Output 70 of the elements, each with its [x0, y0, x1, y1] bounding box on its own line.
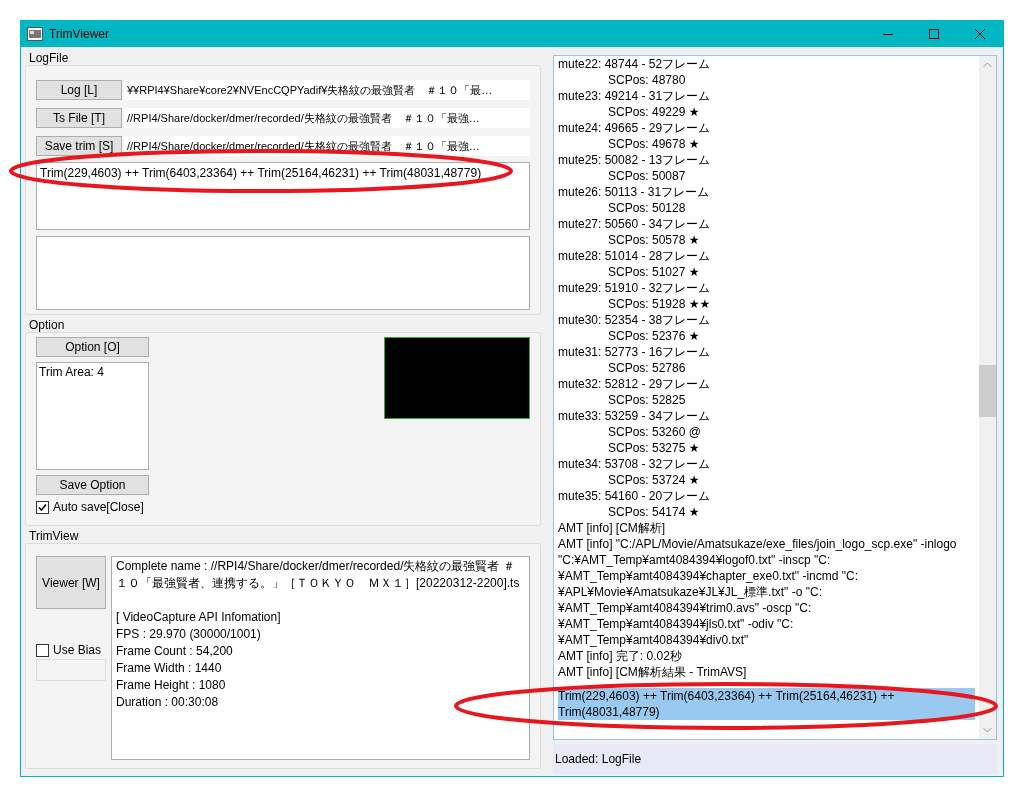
app-icon: [27, 27, 43, 41]
log-line: mute28: 51014 - 28フレーム: [558, 249, 711, 263]
info-text-area[interactable]: [111, 556, 530, 760]
group-title: LogFile: [29, 51, 70, 65]
log-line: mute22: 48744 - 52フレーム: [558, 57, 711, 71]
checkmark-icon: [37, 501, 48, 513]
log-text-area[interactable]: [553, 55, 997, 740]
list-item[interactable]: Trim Area: 4: [39, 365, 146, 379]
viewer-button[interactable]: Viewer [W]: [36, 556, 106, 609]
scroll-down-icon: [983, 727, 992, 733]
status-text: Loaded: LogFile: [555, 752, 642, 766]
log-line: mute34: 53708 - 32フレーム: [558, 457, 711, 471]
log-line: SCPos: 50128: [608, 201, 686, 215]
auto-save-checkbox[interactable]: Auto save[Close]: [36, 500, 149, 514]
log-line: mute25: 50082 - 13フレーム: [558, 153, 711, 167]
file-button[interactable]: Log [L]: [36, 80, 122, 100]
option-button[interactable]: Option [O]: [36, 337, 149, 357]
log-line: SCPos: 53275 ★: [608, 441, 700, 455]
log-line: mute30: 52354 - 38フレーム: [558, 313, 711, 327]
group-title: TrimView: [29, 529, 80, 543]
selected-log-text: Trim(229,4603) ++ Trim(6403,23364) ++ Trim(25164,46231) ++ Trim(48031,48779): [558, 688, 975, 720]
log-line: mute26: 50113 - 31フレーム: [558, 185, 710, 199]
log-line: SCPos: 54174 ★: [608, 505, 700, 519]
close-icon: [975, 29, 985, 39]
log-line: AMT [info] 完了: 0.02秒: [558, 649, 682, 663]
log-line: SCPos: 51027 ★: [608, 265, 700, 279]
path-field[interactable]: ¥¥RPI4¥Share¥core2¥NVEncCQPYadif¥失格紋の最強賢者 ＃１０「最…: [124, 80, 530, 100]
info-line: Frame Count : 54,200: [116, 643, 234, 660]
log-line: AMT [info] [CM解析結果 - TrimAVS]: [558, 665, 747, 679]
log-line: mute23: 49214 - 31フレーム: [558, 89, 711, 103]
list-box[interactable]: Trim Area: 4: [36, 362, 149, 470]
scrollbar[interactable]: [979, 56, 996, 739]
use-bias-checkbox[interactable]: Use Bias: [36, 643, 106, 657]
log-line: SCPos: 52825: [608, 393, 686, 407]
log-line: SCPos: 50578 ★: [608, 233, 700, 247]
log-line: mute33: 53259 - 34フレーム: [558, 409, 711, 423]
info-line: FPS : 29.970 (30000/1001): [116, 626, 262, 643]
log-line: SCPos: 49678 ★: [608, 137, 700, 151]
log-line: SCPos: 49229 ★: [608, 105, 700, 119]
log-line: AMT [info] "C:/APL/Movie/Amatsukaze/exe_files/join_logo_scp.exe" -inlogo "C:¥AMT_Temp¥amt4084394¥logof0.txt" -inscp "C:¥AMT_Temp¥amt4084394¥chapter_exe0.txt" -incmd "C:¥APL¥Movie¥Amatsukaze¥JL¥JL_標準.txt" -o "C:¥AMT_Temp¥amt4084394¥trim0.avs" -oscp "C:¥AMT_Temp¥amt4084394¥jls0.txt" -odiv "C:¥AMT_Temp¥amt4084394¥div0.txt": [558, 537, 957, 647]
text-area[interactable]: [36, 236, 530, 310]
scroll-up-icon: [983, 62, 992, 68]
log-line: SCPos: 50087: [608, 169, 686, 183]
path-field[interactable]: //RPI4/Share/docker/dmer/recorded/失格紋の最強賢者 ＃１０「最強…: [124, 108, 530, 128]
info-line: Duration : 00:30:08: [116, 694, 220, 711]
group-title: Option: [29, 318, 66, 332]
window-title: TrimViewer: [49, 27, 109, 41]
info-line: Complete name : //RPI4/Share/docker/dmer/recorded/失格紋の最強賢者 ＃１０「最強賢者、連携する。」［ＴＯＫＹＯ ＭＸ１］[20220312-2200].ts: [116, 558, 521, 592]
log-line: mute35: 54160 - 20フレーム: [558, 489, 711, 503]
log-line: SCPos: 53724 ★: [608, 473, 700, 487]
log-line: mute29: 51910 - 32フレーム: [558, 281, 711, 295]
log-line: mute27: 50560 - 34フレーム: [558, 217, 711, 231]
info-line: Frame Height : 1080: [116, 677, 227, 694]
log-line: SCPos: 53260 @: [608, 425, 701, 439]
file-button[interactable]: Ts File [T]: [36, 108, 122, 128]
log-line: SCPos: 51928 ★★: [608, 297, 711, 311]
save-option-button[interactable]: Save Option: [36, 475, 149, 495]
log-line: mute24: 49665 - 29フレーム: [558, 121, 711, 135]
info-line: Frame Width : 1440: [116, 660, 223, 677]
log-line: mute32: 52812 - 29フレーム: [558, 377, 711, 391]
log-line: SCPos: 48780: [608, 73, 686, 87]
info-line: [ VideoCapture API Infomation]: [116, 609, 282, 626]
file-button[interactable]: Save trim [S]: [36, 136, 122, 156]
trim-text-area[interactable]: Trim(229,4603) ++ Trim(6403,23364) ++ Trim(25164,46231) ++ Trim(48031,48779): [36, 162, 530, 230]
log-line: SCPos: 52376 ★: [608, 329, 700, 343]
log-line: AMT [info] [CM解析]: [558, 521, 666, 535]
scrollbar-thumb[interactable]: [979, 365, 996, 417]
maximize-icon: [929, 29, 939, 39]
log-line: SCPos: 52786: [608, 361, 686, 375]
log-line: mute31: 52773 - 16フレーム: [558, 345, 711, 359]
